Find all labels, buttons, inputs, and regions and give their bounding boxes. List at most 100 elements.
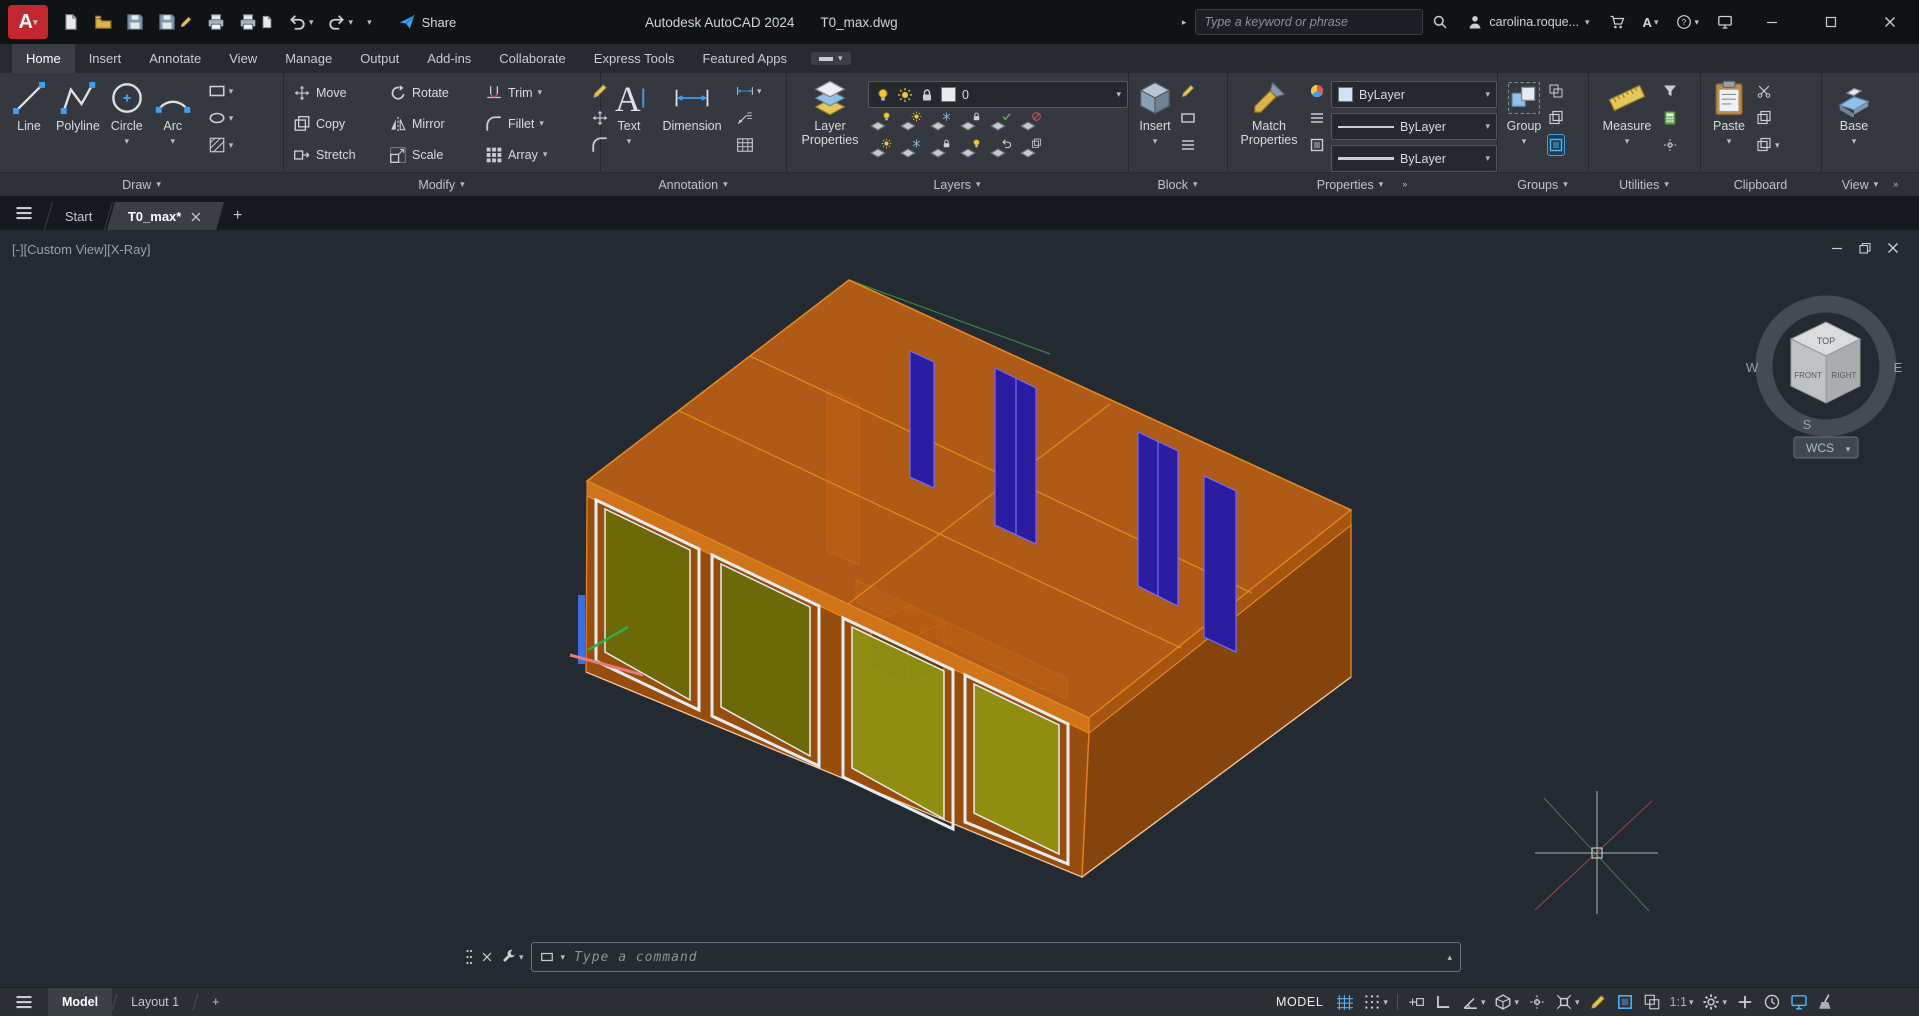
dynamic-input-toggle[interactable] (1407, 993, 1425, 1011)
layer-freeze-button[interactable] (928, 113, 950, 135)
object-snap-tracking-toggle[interactable] (1528, 993, 1546, 1011)
layer-properties-button[interactable]: Layer Properties (792, 73, 868, 173)
tab-express-tools[interactable]: Express Tools (580, 44, 689, 73)
object-snap-toggle[interactable]: ▾ (1555, 993, 1580, 1011)
batch-plot-button[interactable] (239, 13, 274, 31)
app-store-cart-icon[interactable] (1609, 14, 1625, 30)
search-icon[interactable] (1432, 14, 1448, 30)
stretch-button[interactable]: Stretch (293, 140, 389, 170)
layer-unisolate-button[interactable] (868, 140, 890, 162)
layers-panel-label[interactable]: Layers▾ (786, 172, 1128, 196)
viewport-controls[interactable]: [-][Custom View][X-Ray] (12, 242, 150, 257)
array-button[interactable]: Array▾ (485, 140, 585, 170)
transparency-icon[interactable] (1309, 135, 1325, 155)
quick-select-button[interactable] (1662, 81, 1678, 101)
application-menu-button[interactable]: A ▾ (8, 5, 48, 39)
match-properties-button[interactable]: Match Properties (1235, 73, 1303, 173)
paste-button[interactable]: Paste▾ (1710, 73, 1748, 173)
command-grip-handle[interactable] (465, 948, 473, 966)
account-menu[interactable]: carolina.roque... ▾ (1467, 14, 1589, 30)
tab-annotate[interactable]: Annotate (135, 44, 215, 73)
viewcube-south[interactable]: S (1803, 417, 1812, 432)
save-as-button[interactable] (158, 13, 193, 31)
copy-clip-button[interactable] (1756, 108, 1780, 128)
color-wheel-icon[interactable] (1309, 81, 1325, 101)
clipboard-panel-label[interactable]: Clipboard (1700, 172, 1821, 196)
tab-home[interactable]: Home (12, 44, 75, 73)
layer-color-swatch[interactable] (941, 87, 956, 102)
panel-launcher-icon[interactable]: » (1893, 180, 1898, 189)
chevron-down-icon[interactable]: ▾ (1116, 90, 1121, 99)
fillet-button[interactable]: Fillet▾ (485, 109, 585, 139)
layer-lock-button[interactable] (958, 113, 980, 135)
model-canvas[interactable]: W S E TOP FRONT RIGHT WCS ▾ (0, 230, 1919, 988)
layer-on-bulb-icon[interactable] (875, 87, 891, 103)
polar-tracking-toggle[interactable]: ▾ (1461, 993, 1486, 1011)
linetype-dropdown[interactable]: ByLayer ▾ (1331, 113, 1497, 140)
group-edit-button[interactable] (1548, 108, 1564, 128)
edit-attributes-button[interactable] (1180, 81, 1196, 101)
groups-panel-label[interactable]: Groups▾ (1497, 172, 1588, 196)
command-input-container[interactable]: ▾ ▴ (531, 942, 1461, 972)
ribbon-display-toggle[interactable]: ▾ (811, 52, 851, 65)
isometric-drafting-toggle[interactable]: ▾ (1494, 993, 1519, 1011)
trim-button[interactable]: Trim▾ (485, 78, 585, 108)
command-input[interactable] (572, 949, 1440, 966)
make-current-layer-button[interactable] (988, 113, 1010, 135)
block-panel-label[interactable]: Block▾ (1128, 172, 1227, 196)
modify-panel-label[interactable]: Modify▾ (283, 172, 600, 196)
units-button[interactable] (1763, 993, 1781, 1011)
viewcube-east[interactable]: E (1894, 360, 1903, 375)
tab-insert[interactable]: Insert (75, 44, 136, 73)
file-tab-start[interactable]: Start (44, 202, 113, 230)
move-button[interactable]: Move (293, 78, 389, 108)
search-input[interactable] (1195, 9, 1423, 35)
group-selection-toggle[interactable] (1548, 135, 1564, 155)
insert-block-button[interactable]: Insert▾ (1136, 73, 1174, 173)
chevron-down-icon[interactable]: ▾ (561, 953, 566, 962)
dimension-button[interactable]: Dimension (658, 73, 726, 173)
command-close-icon[interactable] (480, 950, 494, 964)
command-history-toggle[interactable]: ▴ (1447, 953, 1452, 962)
layer-thaw-sun-icon[interactable] (897, 87, 913, 103)
transparency-toggle[interactable] (1616, 993, 1634, 1011)
selection-cycling-toggle[interactable] (1643, 993, 1661, 1011)
table-button[interactable] (736, 135, 762, 155)
linetype-list-icon[interactable] (1309, 108, 1325, 128)
text-button[interactable]: Text▾ (610, 73, 648, 173)
customize-qat-button[interactable]: ▾ (367, 18, 372, 27)
search-expand-arrow[interactable]: ▸ (1182, 18, 1187, 27)
layer-unlock-button[interactable] (928, 140, 950, 162)
annotation-monitor-toggle[interactable] (1736, 993, 1754, 1011)
layer-merge-button[interactable] (1018, 140, 1040, 162)
ellipse-button[interactable]: ▾ (208, 108, 234, 128)
layer-on-button[interactable] (958, 140, 980, 162)
undo-button[interactable]: ▾ (288, 13, 314, 31)
workspace-switching-button[interactable]: ▾ (1702, 993, 1727, 1011)
tab-manage[interactable]: Manage (271, 44, 346, 73)
tab-output[interactable]: Output (346, 44, 413, 73)
new-file-tab-button[interactable]: + (233, 207, 242, 225)
chevron-down-icon[interactable]: ▾ (125, 137, 130, 146)
manage-attributes-button[interactable] (1180, 135, 1196, 155)
layer-previous-button[interactable] (988, 140, 1010, 162)
help-button[interactable]: ▾ (1676, 14, 1699, 30)
close-window-button[interactable] (1860, 0, 1919, 44)
viewport-close-icon[interactable] (1885, 240, 1901, 256)
plot-button[interactable] (207, 13, 225, 31)
layer-thaw-button[interactable] (898, 140, 920, 162)
viewcube[interactable]: W S E TOP FRONT RIGHT WCS ▾ (1746, 304, 1903, 458)
rotate-button[interactable]: Rotate (389, 78, 485, 108)
tab-collaborate[interactable]: Collaborate (485, 44, 580, 73)
snap-mode-toggle[interactable]: ▾ (1363, 993, 1388, 1011)
layer-dropdown[interactable]: 0 ▾ (868, 81, 1128, 108)
maximize-window-button[interactable] (1801, 0, 1860, 44)
new-layout-button[interactable]: + (198, 988, 233, 1016)
grid-display-toggle[interactable] (1336, 993, 1354, 1011)
lineweight-toggle[interactable] (1589, 993, 1607, 1011)
ungroup-button[interactable] (1548, 81, 1564, 101)
lineweight-dropdown[interactable]: ByLayer ▾ (1331, 145, 1497, 172)
annotation-panel-label[interactable]: Annotation▾ (600, 172, 786, 196)
mirror-button[interactable]: Mirror (389, 109, 485, 139)
layer-lock-icon[interactable] (919, 87, 935, 103)
